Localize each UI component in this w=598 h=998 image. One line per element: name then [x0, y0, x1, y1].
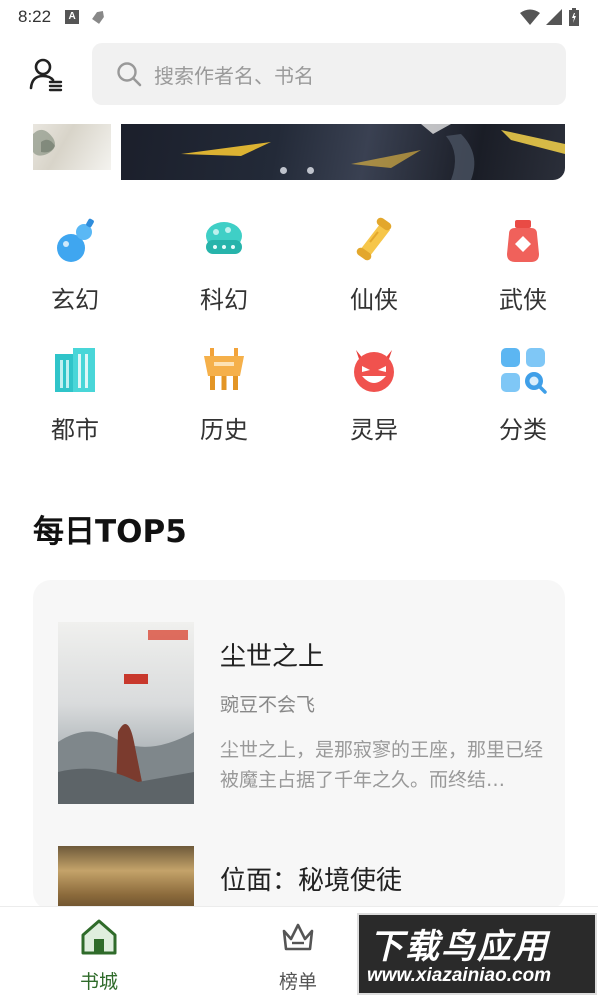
book-cover[interactable] — [58, 622, 194, 804]
wifi-icon — [520, 9, 540, 25]
nav-label: 书城 — [79, 971, 118, 993]
grid-search-icon — [501, 348, 547, 394]
search-placeholder: 搜索作者名、书名 — [154, 63, 314, 88]
signal-icon — [546, 9, 562, 25]
banner-indicator — [280, 167, 314, 174]
book-cover-image — [58, 630, 194, 804]
book-author: 豌豆不会飞 — [220, 694, 316, 716]
search-input[interactable]: 搜索作者名、书名 — [92, 43, 566, 105]
user-menu-button[interactable] — [28, 56, 68, 96]
search-icon — [117, 62, 142, 87]
jar-icon — [507, 220, 539, 262]
crown-icon — [282, 923, 314, 951]
top-header: 搜索作者名、书名 — [0, 34, 598, 114]
top5-list: 尘世之上 豌豆不会飞 尘世之上，是那寂寥的王座，那里已经被魔主占据了千年之久。而… — [33, 580, 565, 910]
banner-dot — [280, 167, 287, 174]
category-label: 玄幻 — [51, 286, 99, 314]
category-lishi[interactable]: 历史 — [179, 346, 269, 445]
banner-slide-prev[interactable] — [33, 124, 111, 170]
category-label: 武侠 — [499, 286, 547, 314]
watermark: 下载鸟应用 www.xiazainiao.com — [357, 913, 597, 995]
book-title[interactable]: 尘世之上 — [220, 636, 324, 673]
section-title-top5: 每日TOP5 — [33, 514, 187, 550]
category-label: 分类 — [499, 416, 547, 444]
building-icon — [55, 348, 95, 392]
ufo-icon — [206, 222, 242, 254]
battery-icon — [569, 8, 579, 26]
tag-icon — [92, 11, 105, 24]
bronze-vessel-icon — [204, 348, 244, 390]
watermark-line1: 下载鸟应用 — [369, 927, 549, 967]
nav-tab-rankings[interactable]: 榜单 — [253, 917, 343, 994]
nav-label: 榜单 — [278, 971, 317, 993]
category-xianxia[interactable]: 仙侠 — [329, 216, 419, 315]
book-title[interactable]: 位面：秘境使徒 — [220, 860, 402, 897]
category-lingyi[interactable]: 灵异 — [329, 346, 419, 445]
category-dushi[interactable]: 都市 — [30, 346, 120, 445]
category-label: 都市 — [51, 416, 99, 444]
book-cover[interactable] — [58, 846, 194, 910]
scroll-icon — [356, 217, 392, 261]
category-fenlei[interactable]: 分类 — [478, 346, 568, 445]
nav-tab-bookstore[interactable]: 书城 — [54, 917, 144, 994]
book-description: 尘世之上，是那寂寥的王座，那里已经被魔主占据了千年之久。而终结… — [220, 739, 544, 791]
status-time: 8:22 — [18, 7, 52, 26]
category-label: 仙侠 — [350, 286, 398, 314]
category-label: 灵异 — [350, 416, 398, 444]
category-kehuan[interactable]: 科幻 — [179, 216, 269, 315]
banner-image — [181, 124, 565, 180]
banner-prev-image — [33, 129, 55, 156]
category-xuanhuan[interactable]: 玄幻 — [30, 216, 120, 315]
watermark-line2: www.xiazainiao.com — [367, 965, 552, 986]
gourd-icon — [57, 218, 94, 262]
status-bar: 8:22 A — [0, 0, 598, 34]
home-icon — [81, 919, 117, 955]
devil-icon — [354, 350, 394, 392]
category-label: 科幻 — [200, 286, 248, 314]
category-label: 历史 — [200, 416, 248, 444]
a-icon: A — [65, 10, 80, 24]
category-wuxia[interactable]: 武侠 — [478, 216, 568, 315]
banner-slide-current[interactable] — [121, 124, 565, 180]
banner-dot — [307, 167, 314, 174]
user-menu-icon — [29, 58, 63, 92]
